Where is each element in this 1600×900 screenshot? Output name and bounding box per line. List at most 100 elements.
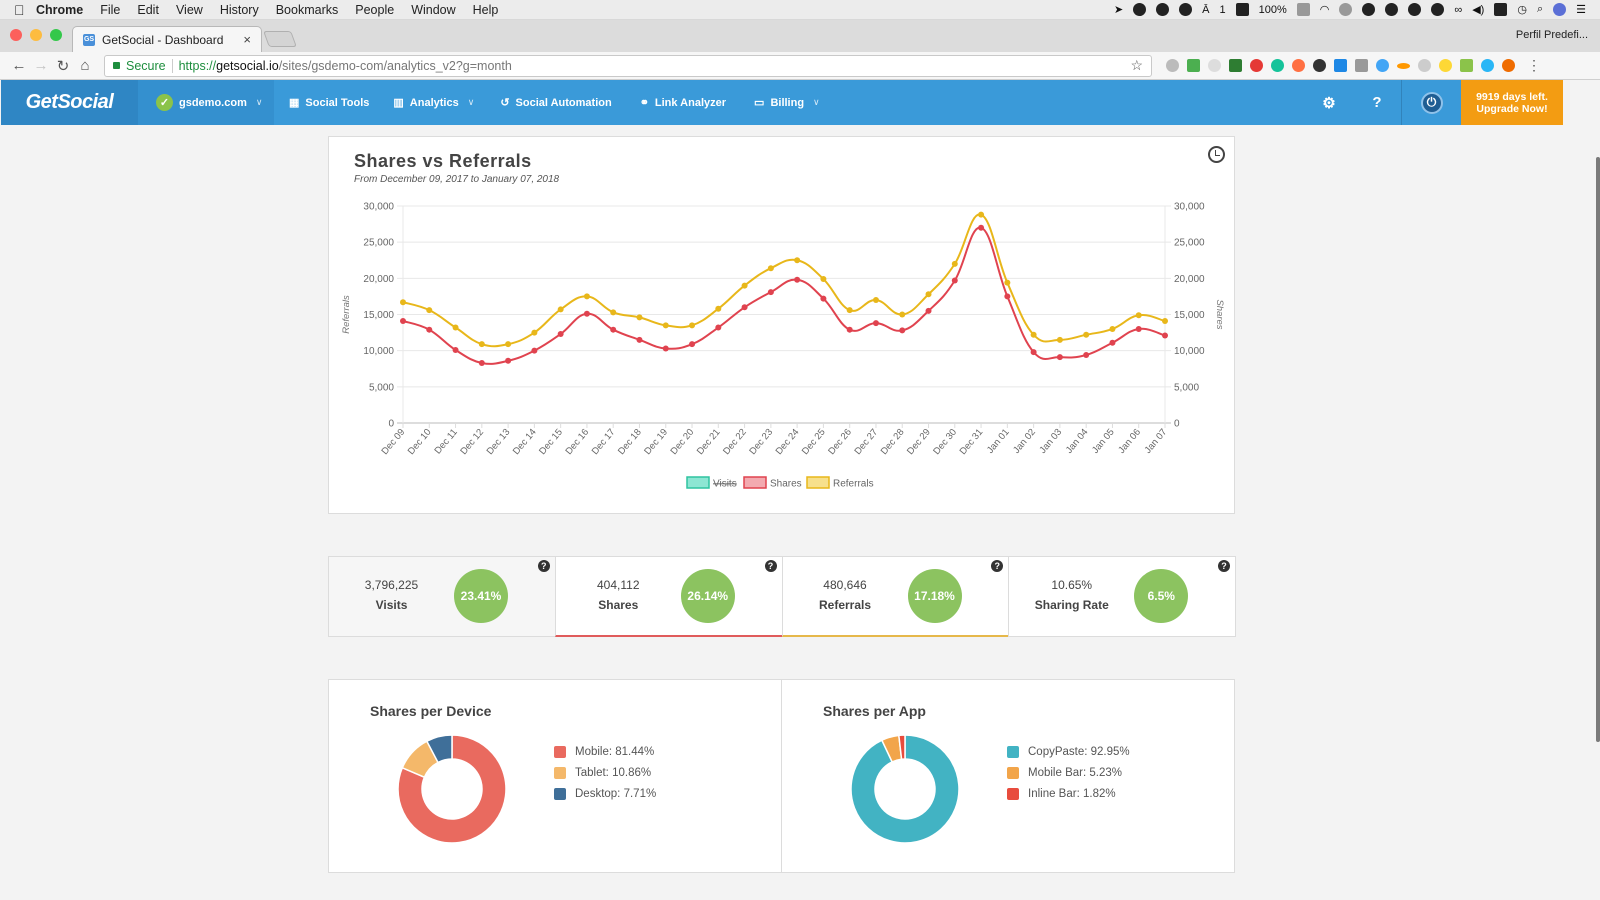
print-extension-icon[interactable] <box>1187 59 1200 72</box>
upgrade-now: Upgrade Now! <box>1476 102 1548 115</box>
bluetooth-icon[interactable] <box>1339 3 1353 16</box>
stat-referrals[interactable]: 480,646 Referrals 17.18% ? <box>781 556 1010 637</box>
skype-icon[interactable] <box>1133 3 1147 16</box>
stat-value: 480,646 <box>823 578 867 592</box>
x-tick-label: Jan 02 <box>1011 427 1038 456</box>
menu-history[interactable]: History <box>220 3 259 17</box>
time-machine-icon[interactable]: ◷ <box>1517 3 1527 16</box>
bulb-extension-icon[interactable] <box>1439 59 1452 72</box>
nav-billing[interactable]: ▭ Billing ∨ <box>754 96 820 110</box>
location-icon[interactable]: ➤ <box>1114 3 1123 16</box>
elephant-icon[interactable] <box>1385 3 1399 16</box>
x-tick-label: Dec 31 <box>958 427 986 457</box>
page-scrollbar[interactable] <box>1596 157 1600 742</box>
tab-close-icon[interactable]: × <box>243 32 251 47</box>
new-tab-button[interactable] <box>263 31 297 47</box>
notification-center-icon[interactable]: ☰ <box>1576 3 1586 16</box>
forward-button[interactable]: → <box>30 57 52 74</box>
battery-icon[interactable] <box>1296 3 1310 16</box>
adblock-icon[interactable] <box>1250 59 1263 72</box>
legend-item-shares[interactable]: Shares <box>743 476 802 490</box>
apple-icon[interactable]:  <box>14 2 36 18</box>
volume-icon[interactable]: ◀) <box>1472 3 1484 16</box>
spotlight-icon[interactable]: ⌕ <box>1537 3 1543 16</box>
address-bar[interactable]: Secure https:// getsocial.io /sites/gsde… <box>104 54 1152 77</box>
extension-icon[interactable] <box>1376 59 1389 72</box>
legend-item-desktop[interactable]: Desktop: 7.71% <box>554 783 656 804</box>
nav-social-tools[interactable]: ▦ Social Tools <box>289 96 369 110</box>
truck-icon[interactable] <box>1431 3 1445 16</box>
color-picker-icon[interactable] <box>1313 59 1326 72</box>
bookmark-star-icon[interactable]: ☆ <box>1130 57 1143 74</box>
adobe-icon[interactable]: Ā <box>1202 4 1209 16</box>
extension-icon[interactable] <box>1208 59 1221 72</box>
extension-icon[interactable] <box>1481 59 1494 72</box>
browser-tab-active[interactable]: GS GetSocial - Dashboard × <box>72 26 262 52</box>
legend-item-visits[interactable]: Visits <box>686 476 737 490</box>
grammarly-icon[interactable] <box>1271 59 1284 72</box>
gear-icon[interactable]: ⚙ <box>1305 94 1353 112</box>
drive-icon[interactable] <box>1408 3 1422 16</box>
nav-link-analyzer[interactable]: ⚭ Link Analyzer <box>640 96 726 110</box>
stat-visits[interactable]: 3,796,225 Visits 23.41% ? <box>328 556 556 637</box>
upgrade-button[interactable]: 9919 days left. Upgrade Now! <box>1461 80 1563 125</box>
extension-icon[interactable] <box>1460 59 1473 72</box>
stat-label: Visits <box>375 598 408 612</box>
menu-file[interactable]: File <box>100 3 120 17</box>
home-button[interactable]: ⌂ <box>74 57 96 74</box>
nav-analytics[interactable]: ▥ Analytics ∨ <box>393 96 474 110</box>
siri-icon[interactable] <box>1553 3 1567 16</box>
menu-edit[interactable]: Edit <box>137 3 159 17</box>
menu-view[interactable]: View <box>176 3 203 17</box>
legend-item-inline-bar[interactable]: Inline Bar: 1.82% <box>1007 783 1130 804</box>
plus-extension-icon[interactable] <box>1334 59 1347 72</box>
data-point-referrals <box>767 265 774 272</box>
minimize-window-button[interactable] <box>30 29 42 41</box>
logout-button[interactable]: ⏻ <box>1401 80 1461 125</box>
x-tick-label: Dec 26 <box>826 427 854 457</box>
site-selector[interactable]: ✓ gsdemo.com ∨ <box>138 80 274 125</box>
back-button[interactable]: ← <box>8 57 30 74</box>
menu-help[interactable]: Help <box>473 3 499 17</box>
evernote-icon[interactable] <box>1179 3 1193 16</box>
extension-icon[interactable] <box>1397 62 1410 69</box>
app-donut-chart <box>850 734 960 844</box>
stat-sharing-rate[interactable]: 10.65% Sharing Rate 6.5% ? <box>1008 556 1236 637</box>
extension-icon[interactable] <box>1292 59 1305 72</box>
chrome-menu-icon[interactable]: ⋮ <box>1527 57 1541 74</box>
stat-shares[interactable]: 404,112 Shares 26.14% ? <box>554 556 783 637</box>
wifi-icon[interactable]: ◠ <box>1320 3 1330 16</box>
menu-window[interactable]: Window <box>411 3 455 17</box>
help-icon[interactable]: ? <box>1353 94 1401 111</box>
help-icon[interactable]: ? <box>764 560 777 572</box>
menu-app-name[interactable]: Chrome <box>36 3 83 17</box>
profile-button[interactable]: Perfil Predefi... <box>1516 29 1588 41</box>
glasses-icon[interactable]: ∞ <box>1454 4 1462 16</box>
help-icon[interactable]: ? <box>537 560 550 572</box>
legend-item-copypaste[interactable]: CopyPaste: 92.95% <box>1007 741 1130 762</box>
bw-extension-icon[interactable] <box>1229 59 1242 72</box>
legend-item-referrals[interactable]: Referrals <box>806 476 874 490</box>
extension-icon[interactable] <box>1502 59 1515 72</box>
close-window-button[interactable] <box>10 29 22 41</box>
maximize-window-button[interactable] <box>50 29 62 41</box>
sync-icon[interactable] <box>1362 3 1376 16</box>
menu-people[interactable]: People <box>355 3 394 17</box>
menu-bookmarks[interactable]: Bookmarks <box>276 3 339 17</box>
extension-icon[interactable] <box>1166 59 1179 72</box>
legend-item-mobile-bar[interactable]: Mobile Bar: 5.23% <box>1007 762 1130 783</box>
legend-item-mobile[interactable]: Mobile: 81.44% <box>554 741 656 762</box>
app-icon[interactable] <box>1235 3 1249 16</box>
history-icon[interactable] <box>1208 146 1225 163</box>
airplay-icon[interactable] <box>1494 3 1508 16</box>
extension-icon[interactable] <box>1355 59 1368 72</box>
pen-extension-icon[interactable] <box>1418 59 1431 72</box>
reload-button[interactable]: ↻ <box>52 57 74 75</box>
help-icon[interactable]: ? <box>991 560 1004 572</box>
nav-social-automation[interactable]: ↺ Social Automation <box>500 96 611 110</box>
legend-item-tablet[interactable]: Tablet: 10.86% <box>554 762 656 783</box>
getsocial-logo[interactable]: GetSocial <box>1 80 138 125</box>
data-point-shares <box>426 326 433 333</box>
hat-icon[interactable] <box>1156 3 1170 16</box>
help-icon[interactable]: ? <box>1218 560 1230 572</box>
